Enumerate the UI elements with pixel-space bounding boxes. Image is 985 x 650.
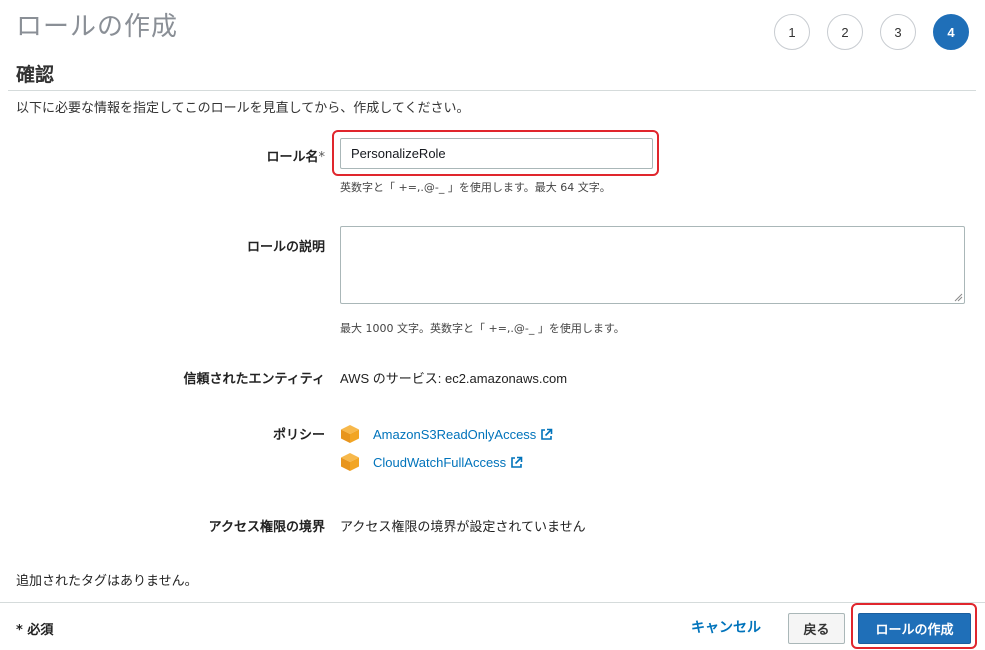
step-2[interactable]: 2 — [827, 14, 863, 50]
back-button[interactable]: 戻る — [788, 613, 845, 644]
external-link-icon[interactable] — [510, 456, 523, 469]
policy-link-s3-readonly[interactable]: AmazonS3ReadOnlyAccess — [373, 427, 536, 442]
step-3[interactable]: 3 — [880, 14, 916, 50]
description-textarea[interactable] — [340, 226, 965, 304]
description-label: ロールの説明 — [246, 240, 325, 255]
boundary-label: アクセス権限の境界 — [208, 520, 325, 535]
required-mark: * — [318, 150, 326, 165]
description-hint: 最大 1000 文字。英数字と「 +=,.@-_ 」を使用します。 — [340, 322, 625, 335]
boundary-value: アクセス権限の境界が設定されていません — [340, 519, 586, 534]
policy-link-cloudwatch-full[interactable]: CloudWatchFullAccess — [373, 455, 506, 470]
step-1[interactable]: 1 — [774, 14, 810, 50]
section-title: 確認 — [16, 64, 55, 86]
aws-cube-icon — [341, 425, 359, 443]
policies-label: ポリシー — [272, 428, 325, 443]
section-divider — [8, 90, 976, 91]
role-name-hint: 英数字と「 +=,.@-_ 」を使用します。最大 64 文字。 — [340, 181, 611, 194]
role-name-input[interactable] — [340, 138, 653, 169]
section-intro: 以下に必要な情報を指定してこのロールを見直してから、作成してください。 — [16, 101, 470, 116]
no-tags-note: 追加されたタグはありません。 — [16, 574, 198, 589]
wizard-steps: 1 2 3 4 — [774, 14, 969, 50]
trusted-entity-value: AWS のサービス: ec2.amazonaws.com — [340, 371, 568, 386]
policy-item: AmazonS3ReadOnlyAccess — [340, 423, 553, 445]
trusted-entity-label: 信頼されたエンティティ — [183, 372, 325, 387]
page-title: ロールの作成 — [16, 12, 179, 42]
cancel-button[interactable]: キャンセル — [691, 617, 761, 637]
policy-item: CloudWatchFullAccess — [340, 451, 523, 473]
aws-cube-icon — [341, 453, 359, 471]
required-note: * 必須 — [16, 623, 54, 638]
create-role-button[interactable]: ロールの作成 — [858, 613, 971, 644]
role-name-label: ロール名* — [266, 150, 326, 165]
resize-grip-icon[interactable] — [953, 292, 963, 302]
footer-bar: * 必須 キャンセル 戻る ロールの作成 — [0, 602, 985, 650]
step-4-current: 4 — [933, 14, 969, 50]
external-link-icon[interactable] — [540, 428, 553, 441]
